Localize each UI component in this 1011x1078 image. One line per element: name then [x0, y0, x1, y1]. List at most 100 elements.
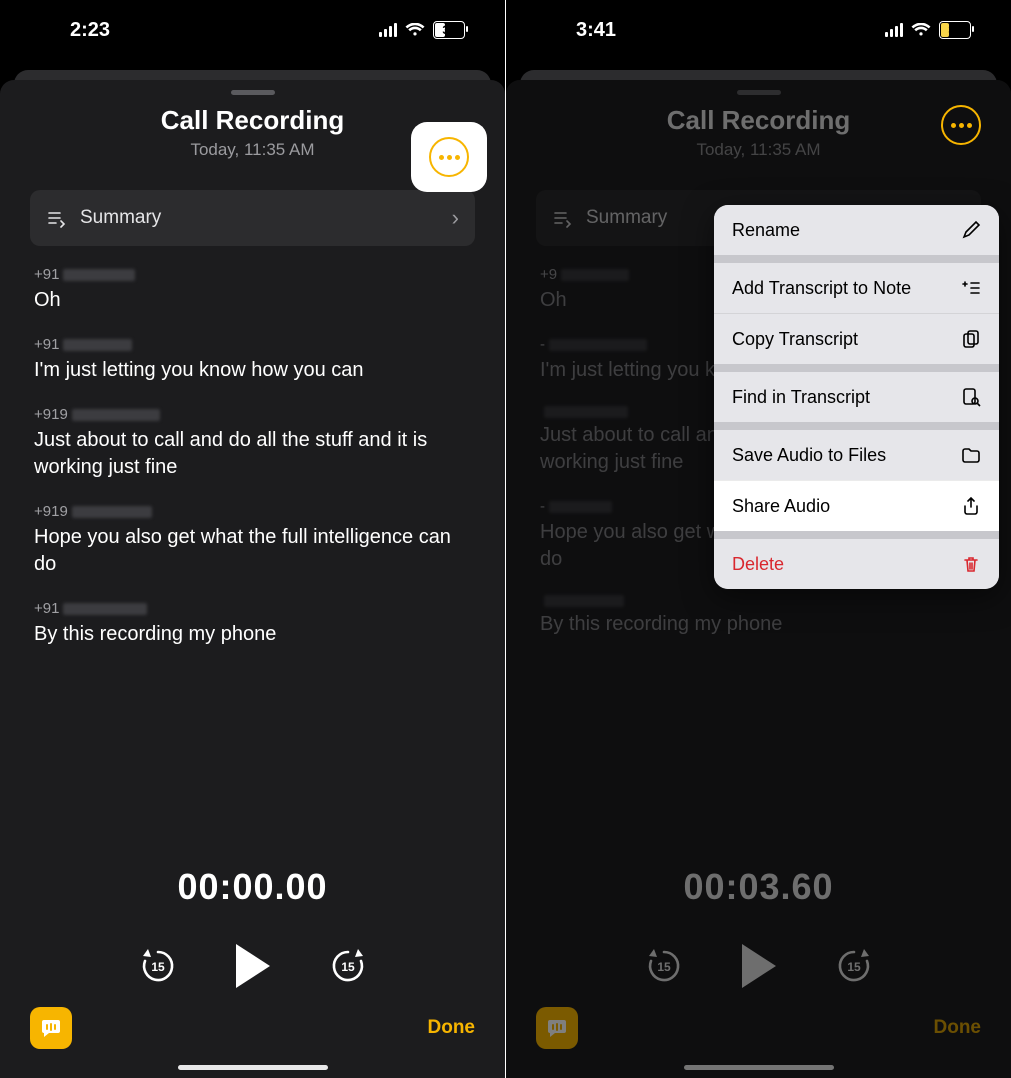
transcript-line: Oh [34, 287, 471, 314]
menu-label: Copy Transcript [732, 329, 858, 350]
more-button[interactable] [411, 122, 487, 192]
transcript-line: Hope you also get what the full intellig… [34, 524, 471, 578]
redacted [561, 269, 629, 281]
speech-bubble-icon [40, 1017, 62, 1039]
transcript-block: +919 Just about to call and do all the st… [34, 406, 471, 481]
battery-icon: 30 [939, 21, 971, 39]
caller-label [540, 595, 977, 607]
timecode: 00:03.60 [506, 866, 1011, 908]
summary-label: Summary [586, 207, 667, 229]
done-button[interactable]: Done [934, 1017, 982, 1039]
chevron-right-icon: › [452, 205, 459, 231]
skip-forward-15-button[interactable]: 15 [328, 946, 368, 986]
redacted [72, 506, 152, 518]
caller-label: +919 [34, 406, 471, 423]
note-add-icon [961, 278, 981, 298]
menu-label: Share Audio [732, 496, 830, 517]
status-right: 35 [379, 21, 465, 39]
phone-left: 2:23 35 Call Recording Today, 11:35 AM [0, 0, 505, 1078]
transcript-block: By this recording my phone [540, 595, 977, 638]
status-time: 3:41 [576, 19, 616, 42]
summary-label: Summary [80, 207, 161, 229]
page-subtitle: Today, 11:35 AM [30, 140, 475, 160]
transcript-line: By this recording my phone [34, 621, 471, 648]
page-title: Call Recording [30, 105, 475, 136]
menu-share-audio[interactable]: Share Audio [714, 480, 999, 531]
copy-icon [961, 329, 981, 349]
transcript-block: +919 Hope you also get what the full inte… [34, 503, 471, 578]
redacted [72, 409, 160, 421]
player: 00:00.00 15 15 [0, 866, 505, 988]
transcript-line: Just about to call and do all the stuff … [34, 427, 471, 481]
sheet: Call Recording Today, 11:35 AM Summary ›… [0, 80, 505, 1078]
cellular-icon [379, 23, 397, 37]
page-subtitle: Today, 11:35 AM [536, 140, 981, 160]
svg-text:15: 15 [341, 960, 355, 974]
transcript-toggle-button[interactable] [30, 1007, 72, 1049]
menu-label: Save Audio to Files [732, 445, 886, 466]
play-button[interactable] [742, 944, 776, 988]
menu-copy-transcript[interactable]: Copy Transcript [714, 313, 999, 364]
svg-text:15: 15 [847, 960, 861, 974]
pencil-icon [961, 220, 981, 240]
doc-search-icon [961, 387, 981, 407]
folder-icon [961, 445, 981, 465]
menu-delete[interactable]: Delete [714, 539, 999, 589]
status-bar: 2:23 35 [0, 0, 505, 60]
home-indicator[interactable] [178, 1065, 328, 1070]
caller-label: +91 [34, 336, 471, 353]
redacted [63, 339, 132, 351]
transcript-block: +91 Oh [34, 266, 471, 314]
menu-find-in-transcript[interactable]: Find in Transcript [714, 372, 999, 422]
speech-bubble-icon [546, 1017, 568, 1039]
done-button[interactable]: Done [428, 1017, 476, 1039]
phone-right: 3:41 30 Call Recording Today, 11:35 AM [506, 0, 1011, 1078]
summary-icon [46, 208, 66, 228]
transcript-toggle-button[interactable] [536, 1007, 578, 1049]
page-title: Call Recording [536, 105, 981, 136]
menu-label: Find in Transcript [732, 387, 870, 408]
grabber[interactable] [231, 90, 275, 95]
status-time: 2:23 [70, 19, 110, 42]
redacted [544, 595, 624, 607]
skip-back-15-button[interactable]: 15 [138, 946, 178, 986]
svg-text:15: 15 [657, 960, 671, 974]
transcript-line: I'm just letting you know how you can [34, 357, 471, 384]
redacted [63, 269, 135, 281]
skip-back-15-button[interactable]: 15 [644, 946, 684, 986]
caller-label: +91 [34, 266, 471, 283]
summary-row[interactable]: Summary › [30, 190, 475, 246]
redacted [544, 406, 628, 418]
player: 00:03.60 15 15 [506, 866, 1011, 988]
redacted [549, 501, 612, 513]
menu-rename[interactable]: Rename [714, 205, 999, 255]
caller-label: +919 [34, 503, 471, 520]
transcript-line: By this recording my phone [540, 611, 977, 638]
svg-text:15: 15 [151, 960, 165, 974]
grabber[interactable] [737, 90, 781, 95]
menu-add-transcript-to-note[interactable]: Add Transcript to Note [714, 263, 999, 313]
status-right: 30 [885, 21, 971, 39]
transcript-block: +91 By this recording my phone [34, 600, 471, 648]
trash-icon [961, 554, 981, 574]
wifi-icon [405, 23, 425, 37]
more-button[interactable] [941, 105, 981, 145]
battery-icon: 35 [433, 21, 465, 39]
menu-label: Rename [732, 220, 800, 241]
redacted [63, 603, 146, 615]
menu-save-audio-to-files[interactable]: Save Audio to Files [714, 430, 999, 480]
summary-icon [552, 208, 572, 228]
context-menu: Rename Add Transcript to Note Copy Trans… [714, 205, 999, 589]
share-icon [961, 496, 981, 516]
skip-forward-15-button[interactable]: 15 [834, 946, 874, 986]
home-indicator[interactable] [684, 1065, 834, 1070]
transcript: +91 Oh +91 I'm just letting you know how yo… [34, 266, 471, 648]
caller-label: +91 [34, 600, 471, 617]
redacted [549, 339, 647, 351]
more-icon [429, 137, 469, 177]
cellular-icon [885, 23, 903, 37]
transcript-block: +91 I'm just letting you know how you can [34, 336, 471, 384]
menu-label: Delete [732, 554, 784, 575]
timecode: 00:00.00 [0, 866, 505, 908]
play-button[interactable] [236, 944, 270, 988]
